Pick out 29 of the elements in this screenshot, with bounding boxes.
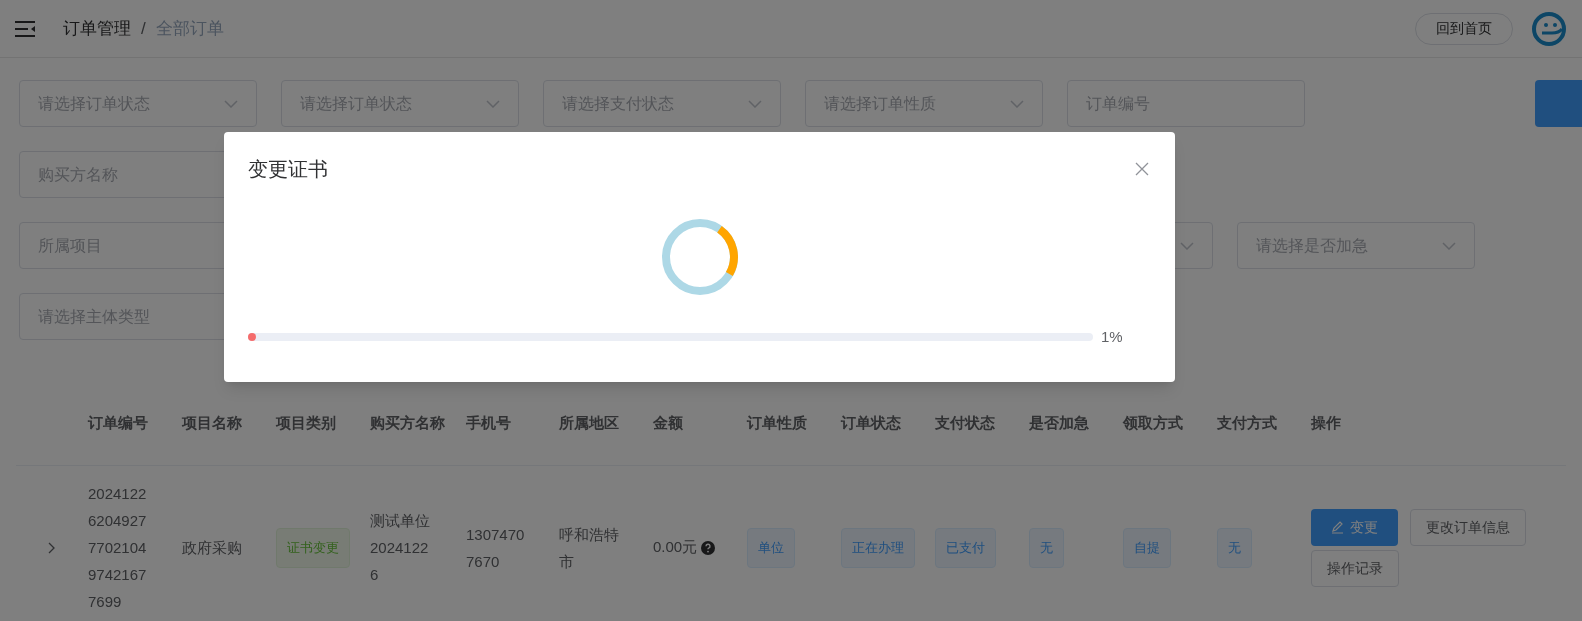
column-header: 项目名称 [182,412,243,433]
column-header: 购买方名称 [370,412,446,433]
column-header: 是否加急 [1029,412,1090,433]
column-header: 领取方式 [1123,412,1184,433]
amount-text: 0.00元 [653,537,698,558]
table-cell-text: 13074707670 [466,524,525,572]
table-cell-text: 呼和浩特市 [559,524,619,572]
breadcrumb-separator: / [141,17,146,40]
column-header: 支付方式 [1217,412,1278,433]
status-tag: 正在办理 [841,527,915,568]
column-header: 所属地区 [559,412,620,433]
column-header: 手机号 [466,412,512,433]
status-tag: 单位 [747,527,795,568]
status-tag: 已支付 [935,527,996,568]
column-header: 金额 [653,412,684,433]
column-header: 支付状态 [935,412,996,433]
status-tag: 证书变更 [276,527,350,568]
table-cell-text: 政府采购 [182,538,242,558]
column-header: 订单性质 [747,412,808,433]
table-cell-text: 20241226204927770210497421677699 [88,484,147,612]
column-header: 项目类别 [276,412,337,433]
column-header: 订单编号 [88,412,149,433]
status-tag: 自提 [1123,527,1171,568]
status-tag: 无 [1217,527,1252,568]
status-tag: 无 [1029,527,1064,568]
table-cell-text: 测试单位20241226 [370,511,430,585]
progress-percent: 1% [1101,327,1123,347]
column-header: 操作 [1311,412,1342,433]
column-header: 订单状态 [841,412,902,433]
